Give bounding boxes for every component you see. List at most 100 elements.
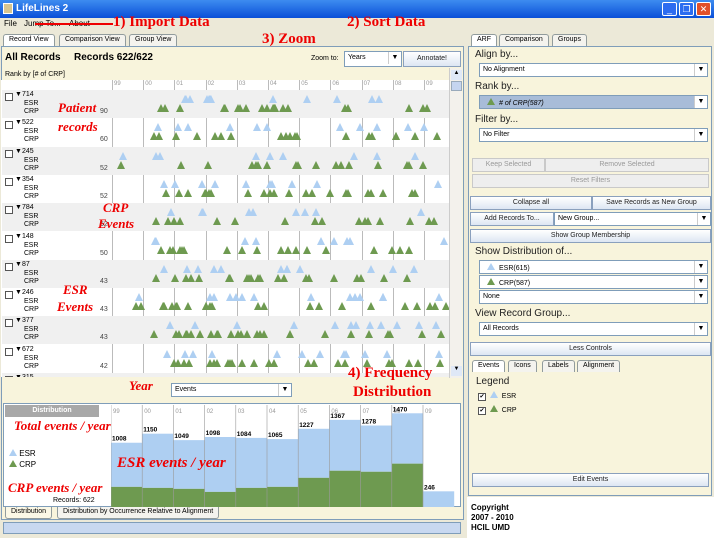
- crp-event-icon[interactable]: [308, 188, 317, 197]
- crp-event-icon[interactable]: [403, 273, 412, 282]
- zoom-select[interactable]: Years ▼: [344, 51, 402, 67]
- tab-distribution-by-occurrence[interactable]: Distribution by Occurrence Relative to A…: [57, 507, 220, 519]
- crp-event-icon[interactable]: [203, 160, 212, 169]
- crp-event-icon[interactable]: [169, 245, 178, 254]
- crp-checkbox[interactable]: ✔: [478, 407, 486, 415]
- esr-event-icon[interactable]: [296, 264, 304, 273]
- crp-event-icon[interactable]: [152, 217, 161, 226]
- crp-event-icon[interactable]: [341, 132, 350, 141]
- esr-event-icon[interactable]: [241, 179, 250, 188]
- esr-event-icon[interactable]: [208, 349, 217, 358]
- record-id[interactable]: ▼354: [15, 176, 34, 183]
- crp-event-icon[interactable]: [346, 330, 355, 339]
- crp-event-icon[interactable]: [364, 330, 373, 339]
- esr-checkbox[interactable]: ✔: [478, 393, 486, 401]
- crp-event-icon[interactable]: [345, 160, 354, 169]
- rank-by-select[interactable]: # of CRP(587) ▼: [479, 95, 708, 109]
- crp-event-icon[interactable]: [291, 132, 300, 141]
- record-row[interactable]: ▼784 ESR CRP 52: [2, 203, 449, 232]
- remove-selected-button[interactable]: Remove Selected: [545, 158, 709, 172]
- record-checkbox[interactable]: [5, 291, 13, 300]
- crp-event-icon[interactable]: [227, 132, 236, 141]
- crp-event-icon[interactable]: [364, 132, 373, 141]
- esr-event-icon[interactable]: [331, 321, 340, 330]
- esr-event-icon[interactable]: [171, 179, 180, 188]
- crp-event-icon[interactable]: [254, 302, 263, 311]
- record-id[interactable]: ▼714: [15, 91, 34, 98]
- crp-event-icon[interactable]: [231, 217, 240, 226]
- crp-event-icon[interactable]: [412, 302, 421, 311]
- record-id[interactable]: ▼672: [15, 346, 34, 353]
- esr-event-icon[interactable]: [313, 179, 322, 188]
- esr-event-icon[interactable]: [329, 236, 338, 245]
- record-row[interactable]: ▼245 ESR CRP 52: [2, 146, 449, 175]
- tab-distribution[interactable]: Distribution: [5, 507, 53, 519]
- record-checkbox[interactable]: [5, 121, 13, 130]
- esr-event-icon[interactable]: [288, 179, 297, 188]
- esr-event-icon[interactable]: [420, 123, 429, 132]
- crp-event-icon[interactable]: [170, 358, 179, 367]
- crp-event-icon[interactable]: [418, 330, 427, 339]
- tab-record-view[interactable]: Record View: [3, 34, 55, 46]
- esr-event-icon[interactable]: [333, 95, 342, 103]
- esr-event-icon[interactable]: [135, 293, 144, 302]
- crp-event-icon[interactable]: [366, 302, 375, 311]
- view-record-group-select[interactable]: All Records ▼: [479, 322, 708, 336]
- record-checkbox[interactable]: [5, 206, 13, 215]
- crp-event-icon[interactable]: [201, 302, 210, 311]
- record-scrollbar[interactable]: ▲ ▼: [449, 68, 462, 378]
- crp-event-icon[interactable]: [225, 358, 234, 367]
- esr-event-icon[interactable]: [393, 321, 402, 330]
- crp-event-icon[interactable]: [411, 188, 420, 197]
- esr-event-icon[interactable]: [190, 321, 199, 330]
- crp-event-icon[interactable]: [181, 273, 190, 282]
- crp-event-icon[interactable]: [196, 330, 205, 339]
- crp-event-icon[interactable]: [210, 132, 219, 141]
- show-group-membership-button[interactable]: Show Group Membership: [470, 229, 711, 243]
- distribution-mode-select[interactable]: Events ▼: [171, 383, 292, 397]
- crp-event-icon[interactable]: [281, 217, 290, 226]
- esr-event-icon[interactable]: [349, 151, 358, 160]
- record-id[interactable]: ▼377: [15, 317, 34, 324]
- crp-event-icon[interactable]: [321, 245, 330, 254]
- crp-event-icon[interactable]: [392, 132, 401, 141]
- record-id[interactable]: ▼246: [15, 289, 34, 296]
- esr-event-icon[interactable]: [265, 151, 274, 160]
- collapse-all-button[interactable]: Collapse all: [470, 196, 592, 210]
- crp-event-icon[interactable]: [161, 104, 170, 112]
- esr-event-icon[interactable]: [298, 349, 307, 358]
- crp-event-icon[interactable]: [388, 245, 396, 254]
- minimize-button[interactable]: _: [662, 2, 677, 16]
- crp-event-icon[interactable]: [244, 188, 253, 197]
- crp-event-icon[interactable]: [223, 245, 232, 254]
- distribution-select-3[interactable]: None ▼: [479, 290, 708, 304]
- crp-event-icon[interactable]: [311, 160, 320, 169]
- esr-event-icon[interactable]: [432, 321, 441, 330]
- crp-event-icon[interactable]: [237, 358, 246, 367]
- crp-event-icon[interactable]: [220, 104, 229, 112]
- esr-event-icon[interactable]: [251, 151, 260, 160]
- crp-event-icon[interactable]: [159, 302, 168, 311]
- crp-event-icon[interactable]: [255, 273, 264, 282]
- esr-event-icon[interactable]: [410, 264, 419, 273]
- esr-event-icon[interactable]: [435, 293, 444, 302]
- record-checkbox[interactable]: [5, 347, 13, 356]
- crp-event-icon[interactable]: [285, 188, 294, 197]
- esr-event-icon[interactable]: [355, 123, 364, 132]
- crp-event-icon[interactable]: [334, 358, 343, 367]
- esr-event-icon[interactable]: [166, 208, 175, 217]
- esr-event-icon[interactable]: [316, 349, 325, 358]
- tab-alignment[interactable]: Alignment: [577, 360, 621, 372]
- crp-event-icon[interactable]: [263, 160, 272, 169]
- record-id[interactable]: ▼522: [15, 119, 34, 126]
- crp-event-icon[interactable]: [150, 330, 159, 339]
- esr-event-icon[interactable]: [388, 264, 397, 273]
- crp-event-icon[interactable]: [301, 273, 310, 282]
- esr-event-icon[interactable]: [350, 293, 359, 302]
- crp-event-icon[interactable]: [242, 104, 251, 112]
- crp-event-icon[interactable]: [175, 104, 184, 112]
- record-checkbox[interactable]: [5, 93, 13, 101]
- crp-event-icon[interactable]: [364, 217, 372, 226]
- crp-event-icon[interactable]: [212, 330, 221, 339]
- crp-event-icon[interactable]: [179, 245, 188, 254]
